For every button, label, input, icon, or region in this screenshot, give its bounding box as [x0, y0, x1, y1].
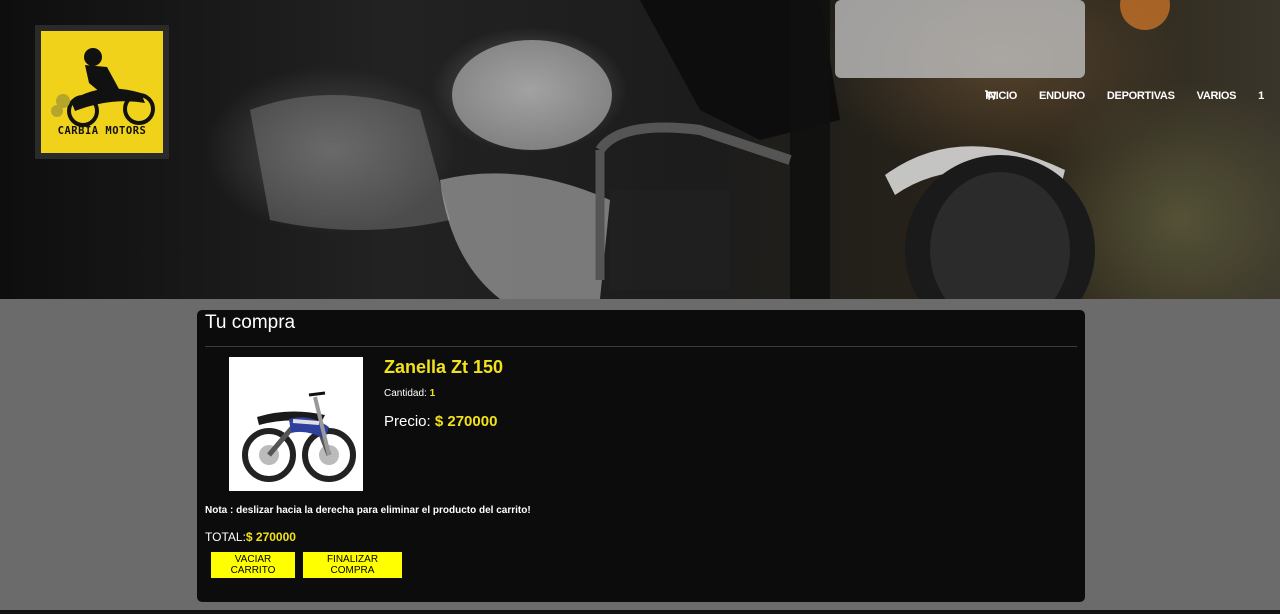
- dirt-bike-icon: [242, 391, 356, 482]
- product-image: [229, 357, 363, 491]
- empty-cart-button[interactable]: VACIAR CARRITO: [211, 552, 295, 578]
- hero-banner: CARBIA MOTORS INICIO ENDURO DEPORTIVAS V…: [0, 0, 1280, 299]
- nav-item-enduro[interactable]: ENDURO: [1039, 90, 1085, 102]
- divider: [205, 346, 1077, 347]
- logo-text: CARBIA MOTORS: [57, 125, 147, 137]
- nav-item-cart[interactable]: 1: [985, 90, 1264, 102]
- price-value: $ 270000: [434, 413, 498, 430]
- footer-strip: [0, 610, 1280, 614]
- total-label: TOTAL:: [205, 530, 246, 544]
- logo-panel: CARBIA MOTORS: [41, 31, 163, 153]
- nav-item-deportivas[interactable]: DEPORTIVAS: [1107, 90, 1175, 102]
- brand-logo[interactable]: CARBIA MOTORS: [35, 25, 169, 159]
- price-label: Precio:: [384, 413, 431, 430]
- quantity-label: Cantidad:: [384, 388, 427, 399]
- total-value: $ 270000: [245, 530, 296, 544]
- product-name: Zanella Zt 150: [384, 357, 504, 377]
- hero-motorcycle-image: [250, 0, 1170, 299]
- nav-item-varios[interactable]: VARIOS: [1197, 90, 1237, 102]
- page-title: Tu compra: [205, 312, 296, 333]
- cart-card: Tu compra Zanella Zt 150 Cantidad: 1 Pre…: [197, 310, 1085, 602]
- checkout-button[interactable]: FINALIZAR COMPRA: [303, 552, 402, 578]
- cart-note: Nota : deslizar hacia la derecha para el…: [205, 505, 531, 516]
- cart-total: TOTAL:$ 270000: [205, 530, 296, 544]
- quantity-value: 1: [429, 388, 436, 399]
- cart-icon: [985, 90, 997, 100]
- product-quantity: Cantidad: 1: [384, 388, 435, 399]
- product-price: Precio: $ 270000: [384, 413, 497, 430]
- cart-count: 1: [1258, 90, 1264, 102]
- main-nav: INICIO ENDURO DEPORTIVAS VARIOS 1: [985, 90, 1264, 102]
